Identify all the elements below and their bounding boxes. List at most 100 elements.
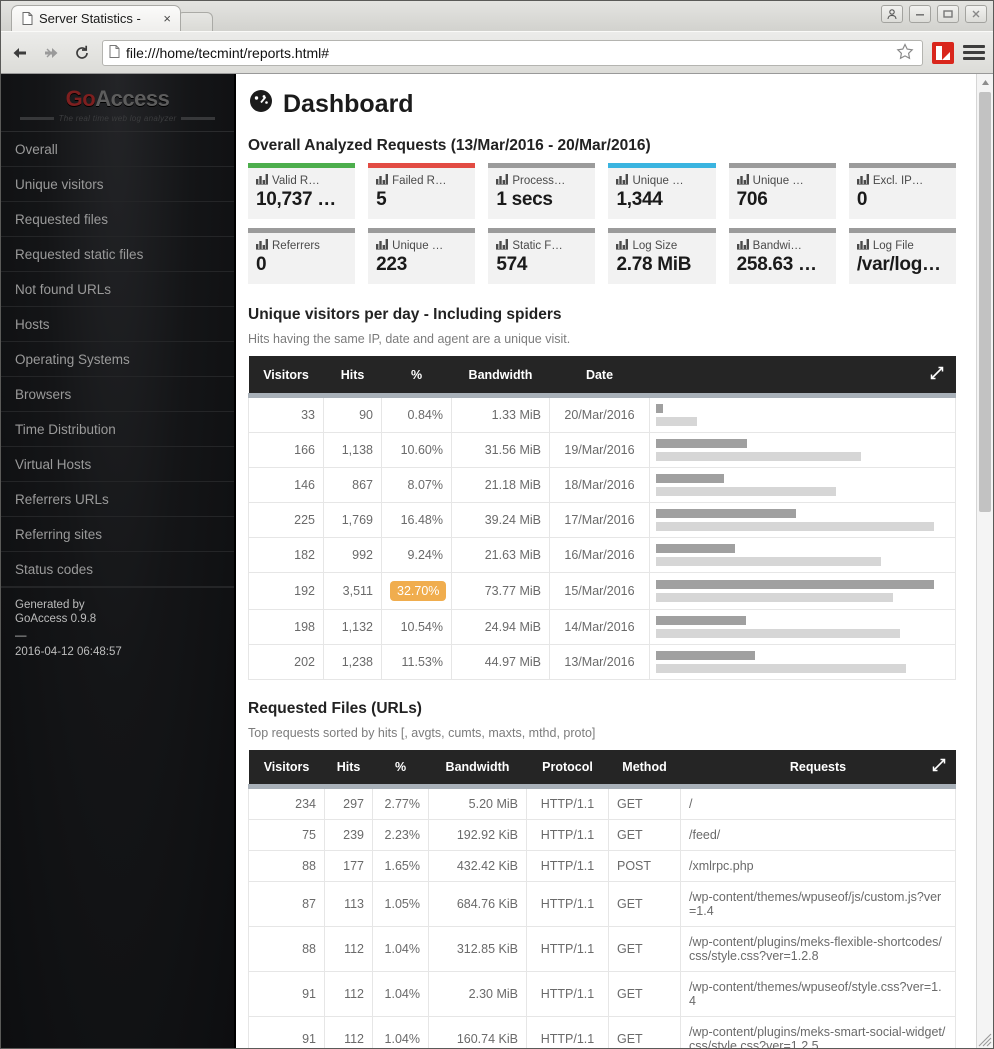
sidebar-item-requested-static-files[interactable]: Requested static files xyxy=(1,237,234,272)
column-header-visitors[interactable]: Visitors xyxy=(248,750,325,787)
hits-bar xyxy=(656,580,934,589)
cell-pct: 9.24% xyxy=(381,537,452,573)
cell-bar-chart xyxy=(649,572,956,610)
cell-method: GET xyxy=(608,881,681,927)
flipboard-extension-icon[interactable] xyxy=(932,41,954,64)
window-resize-grip[interactable] xyxy=(978,1033,992,1047)
browser-menu-icon[interactable] xyxy=(963,45,985,60)
stat-box: Excl. IP… 0 xyxy=(848,163,956,219)
expand-icon[interactable] xyxy=(649,356,956,396)
column-header-percent[interactable]: % xyxy=(372,750,429,787)
forward-button[interactable] xyxy=(40,42,62,64)
sidebar-item-operating-systems[interactable]: Operating Systems xyxy=(1,342,234,377)
cell-protocol: HTTP/1.1 xyxy=(526,881,609,927)
back-button[interactable] xyxy=(9,42,31,64)
table-row[interactable]: 33 90 0.84% 1.33 MiB 20/Mar/2016 xyxy=(248,395,956,433)
column-header-method[interactable]: Method xyxy=(608,750,681,787)
table-row[interactable]: 88 112 1.04% 312.85 KiB HTTP/1.1 GET/wp-conte… xyxy=(248,926,956,972)
sidebar-item-overall[interactable]: Overall xyxy=(1,132,234,167)
cell-bandwidth: 1.33 MiB xyxy=(451,395,550,433)
cell-bandwidth: 160.74 KiB xyxy=(428,1016,527,1048)
stat-box: Process… 1 secs xyxy=(488,163,596,219)
cell-visitors: 182 xyxy=(248,537,324,573)
column-header-hits[interactable]: Hits xyxy=(323,356,382,396)
cell-date: 15/Mar/2016 xyxy=(549,572,650,610)
cell-visitors: 202 xyxy=(248,644,324,680)
column-header-bandwidth[interactable]: Bandwidth xyxy=(428,750,527,787)
mini-bar-group xyxy=(656,651,947,673)
mini-bar-group xyxy=(656,616,947,638)
bookmark-star-icon[interactable] xyxy=(896,42,916,63)
cell-visitors: 166 xyxy=(248,432,324,468)
cell-method: GET xyxy=(608,971,681,1017)
table-row[interactable]: 146 867 8.07% 21.18 MiB 18/Mar/2016 xyxy=(248,467,956,503)
tab-close-icon[interactable]: × xyxy=(160,12,174,25)
sidebar-item-label: Virtual Hosts xyxy=(15,456,92,472)
sidebar-item-virtual-hosts[interactable]: Virtual Hosts xyxy=(1,447,234,482)
stat-label-text: Log File xyxy=(872,240,914,252)
table-row[interactable]: 202 1,238 11.53% 44.97 MiB 13/Mar/2016 xyxy=(248,644,956,680)
address-bar[interactable]: file:///home/tecmint/reports.html# xyxy=(102,39,923,66)
cell-bar-chart xyxy=(649,467,956,503)
expand-icon[interactable] xyxy=(932,758,946,775)
column-header-requests[interactable]: Requests xyxy=(680,750,956,787)
sidebar-item-time-distribution[interactable]: Time Distribution xyxy=(1,412,234,447)
bar-chart-icon xyxy=(616,174,629,188)
sidebar-item-label: Unique visitors xyxy=(15,176,104,192)
browser-tab[interactable]: Server Statistics - × xyxy=(11,5,181,31)
column-header-bandwidth[interactable]: Bandwidth xyxy=(451,356,550,396)
new-tab-button[interactable] xyxy=(177,12,213,31)
sidebar: GoAccess The real time web log analyzer … xyxy=(1,74,236,1048)
table-row[interactable]: 91 112 1.04% 160.74 KiB HTTP/1.1 GET/wp-conte… xyxy=(248,1016,956,1048)
page-scrollbar[interactable] xyxy=(976,74,993,1048)
close-button[interactable] xyxy=(965,5,987,23)
sidebar-item-unique-visitors[interactable]: Unique visitors xyxy=(1,167,234,202)
table-row[interactable]: 225 1,769 16.48% 39.24 MiB 17/Mar/2016 xyxy=(248,502,956,538)
table-row[interactable]: 166 1,138 10.60% 31.56 MiB 19/Mar/2016 xyxy=(248,432,956,468)
stat-label: Log Size xyxy=(616,239,707,253)
scroll-up-arrow-icon[interactable] xyxy=(977,74,993,90)
cell-visitors: 146 xyxy=(248,467,324,503)
sidebar-item-referrers-urls[interactable]: Referrers URLs xyxy=(1,482,234,517)
table-row[interactable]: 192 3,511 32.70% 73.77 MiB 15/Mar/2016 xyxy=(248,572,956,610)
requested-files-heading: Requested Files (URLs) xyxy=(248,700,422,717)
bar-chart-icon xyxy=(736,239,749,253)
sidebar-item-status-codes[interactable]: Status codes xyxy=(1,552,234,587)
sidebar-item-label: Time Distribution xyxy=(15,421,116,437)
table-row[interactable]: 234 297 2.77% 5.20 MiB HTTP/1.1 GET / xyxy=(248,786,956,820)
hits-bar xyxy=(656,404,663,413)
minimize-button[interactable] xyxy=(909,5,931,23)
visitors-subheading: Hits having the same IP, date and agent … xyxy=(248,332,571,346)
column-header-date[interactable]: Date xyxy=(549,356,650,396)
column-header-protocol[interactable]: Protocol xyxy=(526,750,609,787)
maximize-button[interactable] xyxy=(937,5,959,23)
cell-request: /wp-content/themes/wpuseof/style.css?ver… xyxy=(680,971,956,1017)
sidebar-item-referring-sites[interactable]: Referring sites xyxy=(1,517,234,552)
scrollbar-thumb[interactable] xyxy=(979,92,991,512)
table-row[interactable]: 75 239 2.23% 192.92 KiB HTTP/1.1 GET/feed/ xyxy=(248,819,956,851)
cell-visitors: 75 xyxy=(248,819,325,851)
sidebar-item-requested-files[interactable]: Requested files xyxy=(1,202,234,237)
sidebar-item-label: Referring sites xyxy=(15,526,103,542)
reload-button[interactable] xyxy=(71,42,93,64)
cell-visitors: 225 xyxy=(248,502,324,538)
user-profile-button[interactable] xyxy=(881,5,903,23)
bar-chart-icon xyxy=(256,239,268,253)
column-header-hits[interactable]: Hits xyxy=(324,750,373,787)
stat-box: Bandwi… 258.63 … xyxy=(728,228,836,284)
browser-window: Server Statistics - × file:///home/tecmi… xyxy=(0,0,994,1049)
table-row[interactable]: 87 113 1.05% 684.76 KiB HTTP/1.1 GET/wp-conte… xyxy=(248,881,956,927)
sidebar-item-browsers[interactable]: Browsers xyxy=(1,377,234,412)
stat-label: Unique … xyxy=(736,174,828,188)
table-row[interactable]: 88 177 1.65% 432.42 KiB HTTP/1.1 POST/xmlrpc.… xyxy=(248,850,956,882)
cell-pct: 32.70% xyxy=(381,572,452,610)
stat-box: Valid R… 10,737 … xyxy=(248,163,356,219)
table-row[interactable]: 91 112 1.04% 2.30 MiB HTTP/1.1 GET/wp-content… xyxy=(248,971,956,1017)
stat-label: Log File xyxy=(856,239,948,253)
column-header-percent[interactable]: % xyxy=(381,356,452,396)
column-header-visitors[interactable]: Visitors xyxy=(248,356,324,396)
table-row[interactable]: 198 1,132 10.54% 24.94 MiB 14/Mar/2016 xyxy=(248,609,956,645)
sidebar-item-hosts[interactable]: Hosts xyxy=(1,307,234,342)
table-row[interactable]: 182 992 9.24% 21.63 MiB 16/Mar/2016 xyxy=(248,537,956,573)
sidebar-item-not-found-urls[interactable]: Not found URLs xyxy=(1,272,234,307)
